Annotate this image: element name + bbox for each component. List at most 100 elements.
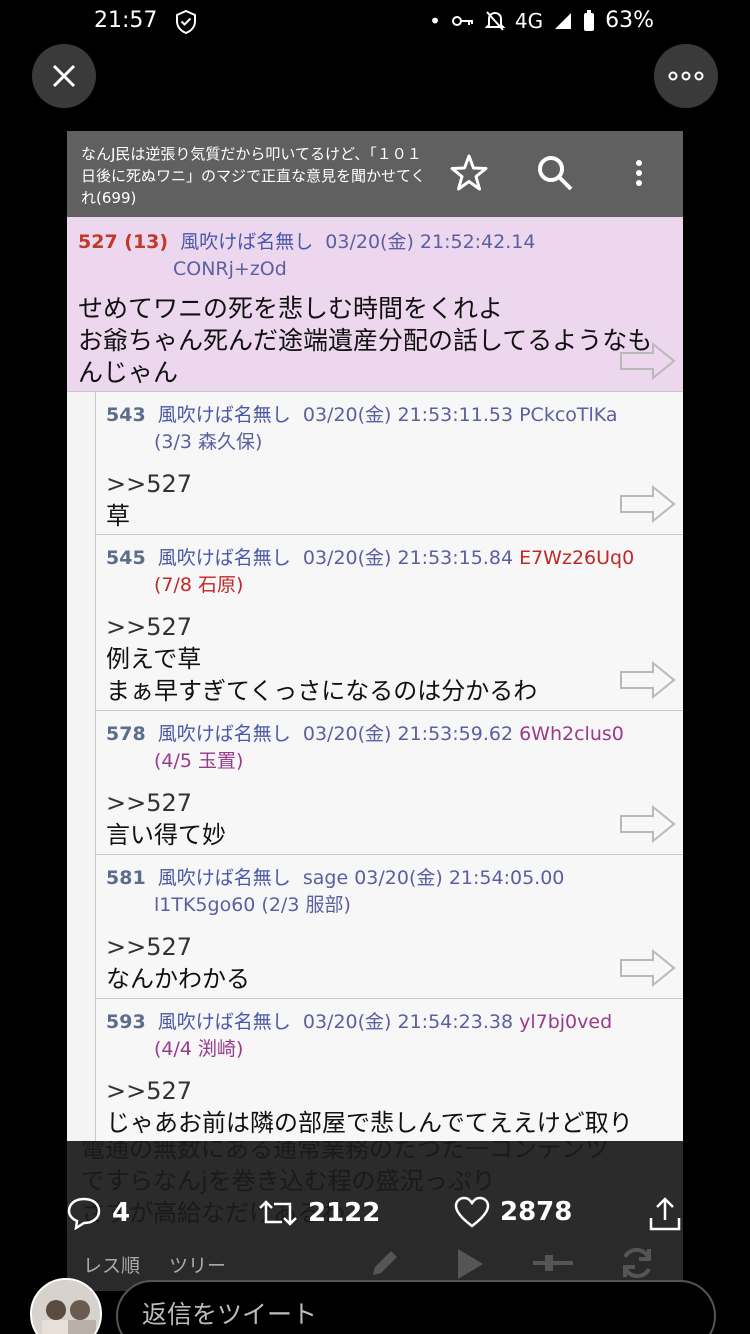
post-line: じゃあお前は隣の部屋で悲しんでてええけど取り: [106, 1109, 633, 1137]
retweet-icon: [259, 1200, 297, 1226]
post-list: 527 (13) 風吹けば名無し 03/20(金) 21:52:42.14 CO…: [67, 217, 683, 1141]
post-meta: 593 風吹けば名無し 03/20(金) 21:54:23.38 yl7bj0v…: [106, 1009, 673, 1063]
reply-icon: [67, 1197, 101, 1230]
reply-anchor[interactable]: >>527: [106, 1075, 673, 1107]
poster-tag: l1TK5go60 (2/3 服部): [154, 894, 351, 916]
post-line: 言い得て妙: [106, 821, 226, 849]
shield-check-icon: [176, 9, 196, 35]
battery-percent: 63%: [605, 8, 654, 33]
like-action[interactable]: 2878: [454, 1196, 572, 1228]
post-number: 527 (13): [78, 231, 169, 253]
poster-id: yl7bj0ved: [519, 1011, 613, 1033]
share-icon: [649, 1197, 681, 1231]
tab-tree[interactable]: ツリー: [169, 1251, 226, 1278]
poster-name: 風吹けば名無し: [157, 867, 291, 889]
signal-icon: [555, 12, 572, 29]
slider-icon: [533, 1255, 573, 1271]
post-545: 545 風吹けば名無し 03/20(金) 21:53:15.84 E7Wz26U…: [95, 535, 683, 711]
status-bar: 21:57 • 4G 63%: [0, 0, 750, 44]
post-line: 草: [106, 502, 130, 530]
reply-anchor[interactable]: >>527: [106, 611, 673, 643]
tweet-image[interactable]: なんJ民は逆張り気質だから叩いてるけど、「１０１日後に死ぬワニ」のマジで正直な意…: [67, 131, 683, 1141]
retweet-action[interactable]: 2122: [258, 1196, 380, 1230]
post-meta: 545 風吹けば名無し 03/20(金) 21:53:15.84 E7Wz26U…: [106, 545, 673, 599]
poster-tag: (4/4 渕崎): [154, 1038, 244, 1060]
post-line: んじゃん: [78, 358, 179, 387]
star-icon: [450, 154, 488, 191]
post-meta: 543 風吹けば名無し 03/20(金) 21:53:11.53 PCkcoTl…: [106, 402, 673, 456]
post-body: >>527 じゃあお前は隣の部屋で悲しんでてええけど取り: [106, 1075, 673, 1139]
reply-anchor[interactable]: >>527: [106, 787, 673, 819]
reply-anchor[interactable]: >>527: [106, 468, 673, 500]
close-button[interactable]: [32, 44, 96, 108]
post-date: 03/20(金) 21:53:11.53: [302, 404, 514, 426]
reply-anchor[interactable]: >>527: [106, 931, 673, 963]
retweet-count: 2122: [308, 1198, 381, 1228]
post-line: なんかわかる: [106, 965, 250, 993]
network-type: 4G: [514, 8, 544, 33]
post-line: お爺ちゃん死んだ途端遺産分配の話してるようなも: [78, 326, 653, 355]
arrow-right-icon: [620, 341, 676, 381]
caption-line: ですらなんjを巻き込む程の盛況っぷり: [81, 1167, 496, 1195]
like-count: 2878: [500, 1197, 573, 1227]
battery-icon: [584, 9, 595, 31]
post-number: 593: [106, 1011, 146, 1033]
post-meta: 527 (13) 風吹けば名無し 03/20(金) 21:52:42.14 CO…: [78, 229, 671, 283]
avatar[interactable]: [30, 1278, 102, 1334]
reply-bar: 返信をツイート: [0, 1276, 750, 1334]
arrow-right-icon: [620, 948, 676, 988]
poster-id: CONRj+zOd: [173, 258, 287, 280]
post-body: >>527 草: [106, 468, 673, 532]
status-right: • 4G 63%: [429, 8, 654, 33]
post-number: 545: [106, 547, 146, 569]
search-icon: [538, 156, 573, 191]
more-horizontal-icon: [668, 71, 704, 81]
post-date: sage 03/20(金) 21:54:05.00: [302, 867, 565, 889]
poster-tag: (7/8 石原): [154, 574, 244, 596]
post-date: 03/20(金) 21:54:23.38: [302, 1011, 514, 1033]
thread-title: なんJ民は逆張り気質だから叩いてるけど、「１０１日後に死ぬワニ」のマジで正直な意…: [81, 145, 426, 207]
poster-tag: (3/3 森久保): [154, 431, 263, 453]
post-line: 例えで草: [106, 645, 202, 673]
post-543: 543 風吹けば名無し 03/20(金) 21:53:11.53 PCkcoTl…: [95, 392, 683, 535]
heart-icon: [454, 1196, 490, 1228]
post-date: 03/20(金) 21:53:59.62: [302, 723, 514, 745]
dot-icon: •: [429, 8, 441, 33]
post-number: 578: [106, 723, 146, 745]
poster-name: 風吹けば名無し: [157, 723, 291, 745]
status-time: 21:57: [94, 8, 158, 33]
bell-muted-icon: [484, 10, 505, 31]
tweet-actions: 4 2122 2878: [0, 1196, 750, 1252]
post-body: >>527 言い得て妙: [106, 787, 673, 851]
caption-line: 電通の無数にある通常業務のたつた一コンテンツ: [81, 1141, 609, 1163]
post-date: 03/20(金) 21:52:42.14: [325, 231, 536, 253]
poster-id: E7Wz26Uq0: [519, 547, 635, 569]
post-581: 581 風吹けば名無し sage 03/20(金) 21:54:05.00 l1…: [95, 855, 683, 999]
post-527: 527 (13) 風吹けば名無し 03/20(金) 21:52:42.14 CO…: [67, 217, 683, 392]
avatar-image: [32, 1280, 100, 1334]
post-body: せめてワニの死を悲しむ時間をくれよ お爺ちゃん死んだ途端遺産分配の話してるような…: [78, 293, 671, 389]
post-578: 578 風吹けば名無し 03/20(金) 21:53:59.62 6Wh2clu…: [95, 711, 683, 855]
post-number: 543: [106, 404, 146, 426]
poster-name: 風吹けば名無し: [157, 1011, 291, 1033]
arrow-right-icon: [620, 484, 676, 524]
post-593: 593 風吹けば名無し 03/20(金) 21:54:23.38 yl7bj0v…: [95, 999, 683, 1141]
post-meta: 578 風吹けば名無し 03/20(金) 21:53:59.62 6Wh2clu…: [106, 721, 673, 775]
tab-order[interactable]: レス順: [83, 1251, 140, 1278]
more-options-button[interactable]: [654, 44, 718, 108]
poster-name: 風吹けば名無し: [180, 231, 314, 253]
post-body: >>527 例えで草 まぁ早すぎてくっさになるのは分かるわ: [106, 611, 673, 707]
arrow-right-icon: [620, 660, 676, 700]
thread-header: なんJ民は逆張り気質だから叩いてるけど、「１０１日後に死ぬワニ」のマジで正直な意…: [67, 131, 683, 217]
reply-action[interactable]: 4: [66, 1196, 130, 1230]
arrow-right-icon: [620, 804, 676, 844]
post-meta: 581 風吹けば名無し sage 03/20(金) 21:54:05.00 l1…: [106, 865, 673, 919]
share-action[interactable]: [648, 1196, 682, 1232]
poster-name: 風吹けば名無し: [157, 547, 291, 569]
reply-input[interactable]: 返信をツイート: [116, 1280, 716, 1334]
post-body: >>527 なんかわかる: [106, 931, 673, 995]
poster-id: PCkcoTlKa: [519, 404, 618, 426]
kebab-menu-icon: [636, 160, 642, 186]
post-line: せめてワニの死を悲しむ時間をくれよ: [78, 294, 504, 323]
key-icon: [451, 15, 473, 26]
